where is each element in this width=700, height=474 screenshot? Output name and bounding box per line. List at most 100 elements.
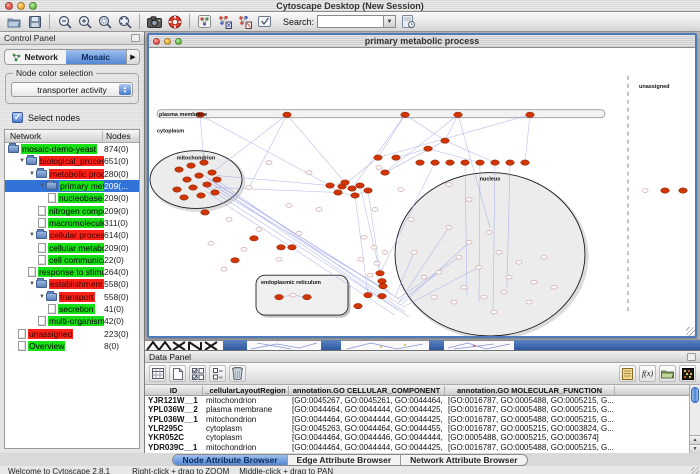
network-node-selected[interactable] <box>461 160 470 165</box>
tree-row[interactable]: secretion41(0) <box>5 303 139 315</box>
network-node[interactable] <box>371 245 377 249</box>
table-cell[interactable]: [GO:0016787, GO:0005488, GO:0005215, G..… <box>445 396 615 405</box>
network-node-selected[interactable] <box>354 303 363 308</box>
node-color-dropdown[interactable]: transporter activity ▲▼ <box>11 82 133 97</box>
table-cell[interactable]: YJR121W__1 <box>145 396 203 405</box>
table-cell[interactable]: mitochondrion <box>203 443 289 452</box>
tree-row-label[interactable]: cell communicat <box>48 255 104 265</box>
network-node[interactable] <box>376 166 382 170</box>
table-cell[interactable]: [GO:0044464, GO:0044444, GO:0044425, G..… <box>289 415 445 424</box>
network-edge[interactable] <box>287 115 345 183</box>
table-scrollbar[interactable]: ▲ ▼ <box>689 385 700 453</box>
network-edge[interactable] <box>352 115 405 189</box>
network-node-selected[interactable] <box>441 138 450 143</box>
import-attributes-folder-icon[interactable] <box>659 365 676 382</box>
network-node[interactable] <box>491 310 497 314</box>
network-node[interactable] <box>531 280 537 284</box>
tree-row-label[interactable]: transport <box>59 292 95 302</box>
network-node[interactable] <box>481 295 487 299</box>
network-node[interactable] <box>226 218 232 222</box>
network-node-selected[interactable] <box>351 193 360 198</box>
table-cell[interactable]: [GO:0044464, GO:0044446, GO:0044444, G..… <box>289 433 445 442</box>
table-row[interactable]: YPL036W__1mitochondrion[GO:0044464, GO:0… <box>145 415 689 424</box>
network-node-selected[interactable] <box>175 167 184 172</box>
network-canvas[interactable]: plasma membranecytoplasmmitochondrionnuc… <box>149 48 695 336</box>
column-header[interactable]: annotation.GO CELLULAR_COMPONENT <box>289 386 445 395</box>
network-node[interactable] <box>361 235 367 239</box>
network-node[interactable] <box>431 295 437 299</box>
zoom-fit-icon[interactable] <box>115 13 134 31</box>
network-node[interactable] <box>466 240 472 244</box>
network-node-selected[interactable] <box>341 180 350 185</box>
network-node[interactable] <box>461 285 467 289</box>
network-edge[interactable] <box>525 115 530 163</box>
network-node-selected[interactable] <box>334 190 343 195</box>
network-node[interactable] <box>296 231 302 235</box>
table-cell[interactable]: YLR295C <box>145 424 203 433</box>
tree-row[interactable]: cell communicat22(0) <box>5 254 139 266</box>
network-node-selected[interactable] <box>446 160 455 165</box>
network-node-selected[interactable] <box>401 112 410 117</box>
network-node-selected[interactable] <box>491 160 500 165</box>
tree-row[interactable]: response to stimul264(0) <box>5 266 139 278</box>
tree-row[interactable]: nucleobase-209(0) <box>5 192 139 204</box>
tree-row-label[interactable]: multi-organism pro <box>48 316 104 326</box>
network-edge[interactable] <box>360 186 382 282</box>
network-node[interactable] <box>221 267 227 271</box>
network-node-selected[interactable] <box>431 160 440 165</box>
table-cell[interactable]: cytoplasm <box>203 424 289 433</box>
tabs-overflow-arrow-icon[interactable]: ▶ <box>126 50 139 64</box>
network-node-selected[interactable] <box>454 112 463 117</box>
tab-network[interactable]: Network <box>5 50 66 64</box>
table-cell[interactable]: mitochondrion <box>203 396 289 405</box>
annotation-check-icon[interactable] <box>255 13 274 31</box>
tree-row-label[interactable]: nitrogen compo <box>48 206 104 216</box>
zoom-selected-icon[interactable] <box>95 13 114 31</box>
search-dropdown-arrow-icon[interactable]: ▼ <box>383 15 396 28</box>
float-data-panel-icon[interactable] <box>687 353 696 361</box>
network-node-selected[interactable] <box>526 112 535 117</box>
network-node-selected[interactable] <box>208 170 217 175</box>
expander-arrow-icon[interactable]: ▼ <box>38 294 46 300</box>
tree-row-label[interactable]: response to stimul <box>38 267 104 277</box>
table-cell[interactable]: YPL036W__2 <box>145 405 203 414</box>
tree-row[interactable]: unassigned223(0) <box>5 327 139 339</box>
network-node-selected[interactable] <box>187 163 196 168</box>
tab-edge-attribute-browser[interactable]: Edge Attribute Browser <box>288 455 402 465</box>
network-node-selected[interactable] <box>348 186 357 191</box>
table-cell[interactable]: [GO:0044464, GO:0044444, GO:0044425, G..… <box>289 443 445 452</box>
table-cell[interactable]: [GO:0016787, GO:0005215, GO:0003824, G..… <box>445 424 615 433</box>
tree-row-label[interactable]: nucleobase- <box>58 193 104 203</box>
unselect-attributes-icon[interactable] <box>209 365 226 382</box>
network-node[interactable] <box>476 265 482 269</box>
open-folder-icon[interactable] <box>5 13 24 31</box>
tree-row-label[interactable]: Overview <box>28 341 65 351</box>
network-node[interactable] <box>372 208 378 212</box>
tree-row[interactable]: cellular metabol209(0) <box>5 241 139 253</box>
window-resize-grip-icon[interactable] <box>691 467 699 474</box>
network-node[interactable] <box>496 250 502 254</box>
table-row[interactable]: YJR121W__1mitochondrion[GO:0045267, GO:0… <box>145 396 689 405</box>
network-node[interactable] <box>551 285 557 289</box>
network-node[interactable] <box>541 255 547 259</box>
network-node-selected[interactable] <box>679 188 688 193</box>
expander-arrow-icon[interactable]: ▼ <box>18 158 26 164</box>
network-node-selected[interactable] <box>180 195 189 200</box>
network-node-selected[interactable] <box>506 160 515 165</box>
function-builder-icon[interactable]: f(x) <box>639 365 656 382</box>
network-node-selected[interactable] <box>183 177 192 182</box>
table-cell[interactable]: [GO:0044464, GO:0044444, GO:0044425, G..… <box>289 405 445 414</box>
column-header[interactable]: ID <box>145 386 203 395</box>
table-cell[interactable]: [GO:0016787, GO:0005488, GO:0005215, G..… <box>445 415 615 424</box>
tree-row-label[interactable]: cellular process <box>49 230 104 240</box>
new-attribute-icon[interactable] <box>169 365 186 382</box>
network-node-selected[interactable] <box>250 236 259 241</box>
tree-row[interactable]: ▼metabolic process280(0) <box>5 168 139 180</box>
network-node-selected[interactable] <box>231 258 240 263</box>
network-node[interactable] <box>446 225 452 229</box>
network-node-selected[interactable] <box>283 112 292 117</box>
tree-row[interactable]: ▼biological_process651(0) <box>5 155 139 167</box>
table-row[interactable]: YLR295Ccytoplasm[GO:0045263, GO:0044464,… <box>145 424 689 433</box>
network-edge[interactable] <box>212 115 287 173</box>
network-node[interactable] <box>526 300 532 304</box>
